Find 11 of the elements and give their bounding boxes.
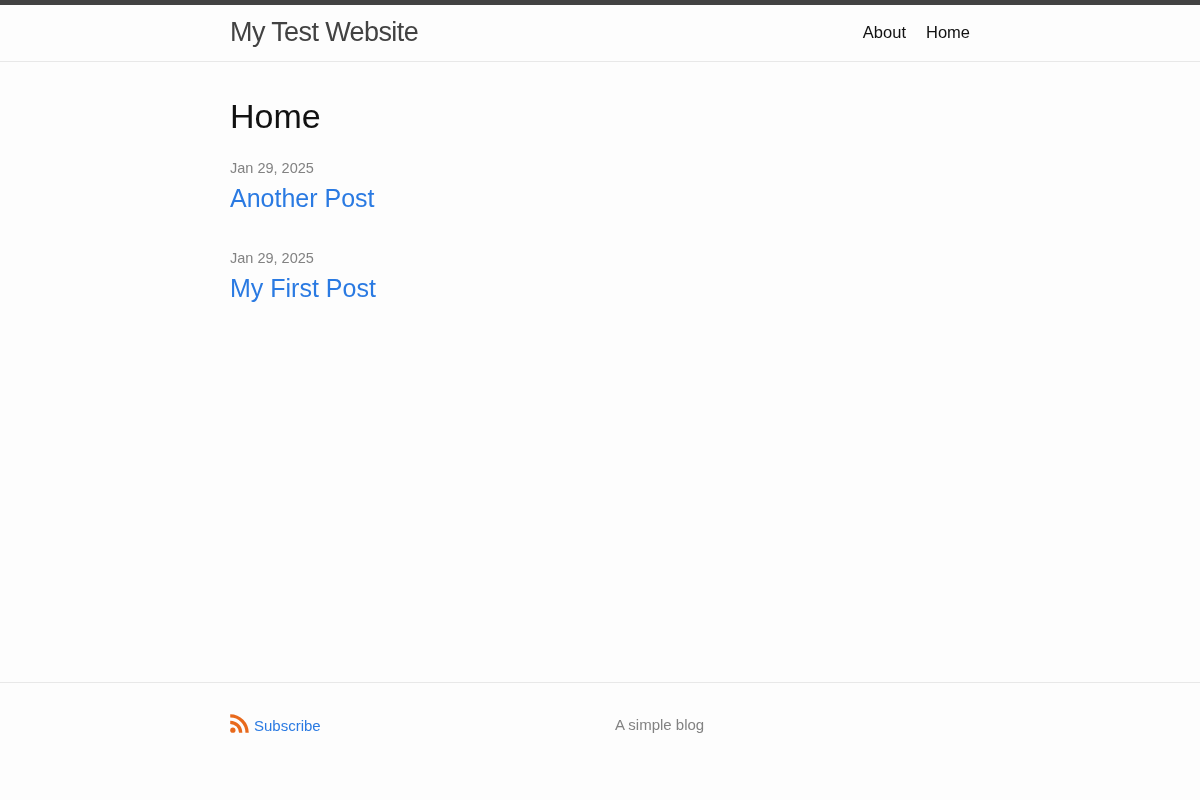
site-title-link[interactable]: My Test Website bbox=[230, 4, 419, 62]
post-date: Jan 29, 2025 bbox=[230, 249, 314, 268]
nav-link[interactable]: About bbox=[862, 19, 906, 44]
site-description: A simple blog bbox=[615, 716, 705, 733]
post-date: Jan 29, 2025 bbox=[230, 159, 314, 178]
post-link[interactable]: My First Post bbox=[230, 268, 376, 308]
subscribe-link[interactable]: Subscribe bbox=[230, 717, 321, 734]
rss-icon bbox=[230, 714, 249, 733]
nav-link[interactable]: Home bbox=[926, 19, 970, 44]
post-link[interactable]: Another Post bbox=[230, 178, 375, 218]
page-title: Home bbox=[230, 96, 322, 136]
